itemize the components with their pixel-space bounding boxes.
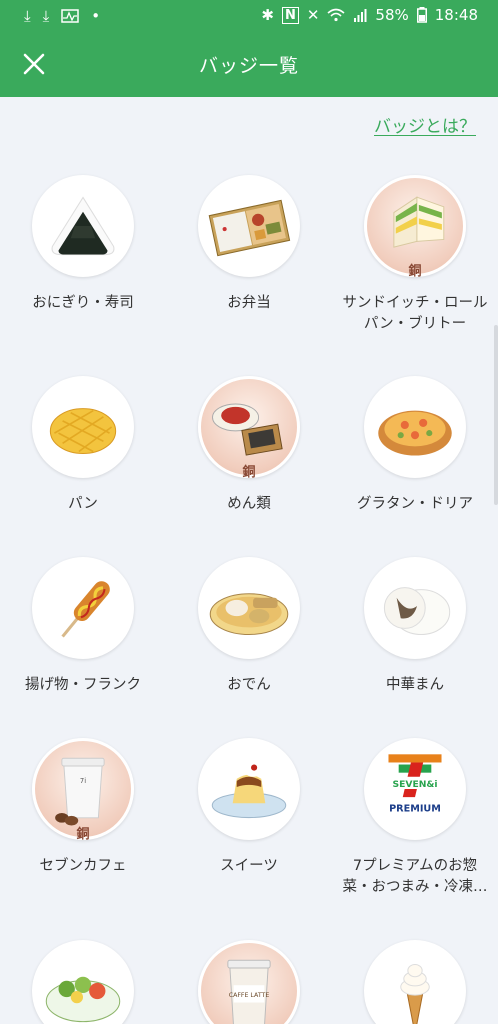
badge-label: 中華まん (386, 677, 444, 693)
badge-label: 揚げ物・フランク (25, 677, 141, 693)
badge-item[interactable]: パン (0, 376, 166, 515)
badge-item[interactable] (0, 940, 166, 1024)
signal-icon (354, 9, 367, 22)
badge-label: サンドイッチ・ロールパン・ブリトー (342, 295, 488, 332)
badge-item[interactable]: おにぎり・寿司 (0, 175, 166, 314)
battery-percent: 58% (375, 6, 409, 24)
badge-item[interactable]: 中華まん (332, 557, 498, 696)
activity-icon (61, 9, 80, 23)
badge-medallion (32, 557, 134, 659)
badge-medallion (198, 557, 300, 659)
svg-text:SEVEN&i: SEVEN&i (392, 779, 437, 790)
badge-label: おにぎり・寿司 (32, 295, 134, 311)
badge-label: グラタン・ドリア (357, 496, 473, 512)
badge-medallion (32, 376, 134, 478)
badge-medallion (364, 940, 466, 1024)
badge-item[interactable]: お弁当 (166, 175, 332, 314)
system-icons: ✱ N ✕ 58% 18:48 (261, 6, 478, 24)
rank-label: 銅 (408, 264, 422, 279)
svg-text:CAFFE LATTE: CAFFE LATTE (229, 992, 270, 999)
status-bar: ⤓ ⤓ • ✱ N ✕ 58% 18:48 (0, 0, 498, 32)
badge-label: おでん (227, 677, 271, 693)
battery-icon (416, 7, 427, 23)
badge-medallion (364, 376, 466, 478)
badge-medallion (198, 738, 300, 840)
badge-item[interactable]: 7i 銅セブンカフェ (0, 738, 166, 877)
badge-item[interactable]: グラタン・ドリア (332, 376, 498, 515)
badge-item[interactable]: SEVEN&i PREMIUM 7プレミアムのお惣菜・おつまみ・冷凍… (332, 738, 498, 898)
download-icon: ⤓ (24, 7, 31, 25)
svg-text:7i: 7i (80, 777, 86, 785)
badge-medallion (198, 175, 300, 277)
app-bar: バッジ一覧 (0, 32, 498, 97)
badge-label: お弁当 (227, 295, 271, 311)
badge-label: 7プレミアムのお惣菜・おつまみ・冷凍… (342, 858, 488, 895)
badge-item[interactable]: 揚げ物・フランク (0, 557, 166, 696)
rank-label: 銅 (242, 465, 256, 480)
clock: 18:48 (434, 6, 478, 24)
badge-label: セブンカフェ (39, 858, 127, 874)
badge-medallion: SEVEN&i PREMIUM (364, 738, 466, 840)
svg-text:PREMIUM: PREMIUM (389, 803, 441, 814)
badge-medallion (364, 557, 466, 659)
scrollbar[interactable] (494, 325, 498, 505)
badge-label: めん類 (227, 496, 271, 512)
badge-label: スイーツ (220, 858, 278, 874)
badge-item[interactable]: 銅サンドイッチ・ロールパン・ブリトー (332, 175, 498, 335)
badge-item[interactable]: おでん (166, 557, 332, 696)
bluetooth-icon: ✱ (261, 6, 274, 24)
badge-item[interactable]: 銅めん類 (166, 376, 332, 515)
badge-medallion: 7i 銅 (32, 738, 134, 842)
nfc-icon: N (281, 6, 299, 24)
dot-icon: • (91, 7, 101, 25)
badge-medallion: 銅 (198, 376, 300, 480)
rank-label: 銅 (76, 827, 90, 842)
mute-icon: ✕ (306, 6, 320, 24)
badge-item[interactable] (332, 940, 498, 1024)
badge-medallion (32, 940, 134, 1024)
badge-medallion (32, 175, 134, 277)
notification-icons: ⤓ ⤓ • (24, 7, 100, 25)
badge-medallion: CAFFE LATTE銅 (198, 940, 300, 1024)
page-title: バッジ一覧 (198, 55, 299, 77)
about-badges-link[interactable]: バッジとは？ (374, 112, 476, 137)
badge-label: パン (68, 496, 98, 512)
badge-medallion: 銅 (364, 175, 466, 279)
download-icon: ⤓ (42, 7, 50, 25)
badge-item[interactable]: CAFFE LATTE銅 (166, 940, 332, 1024)
badge-item[interactable]: スイーツ (166, 738, 332, 877)
wifi-icon (327, 8, 345, 22)
